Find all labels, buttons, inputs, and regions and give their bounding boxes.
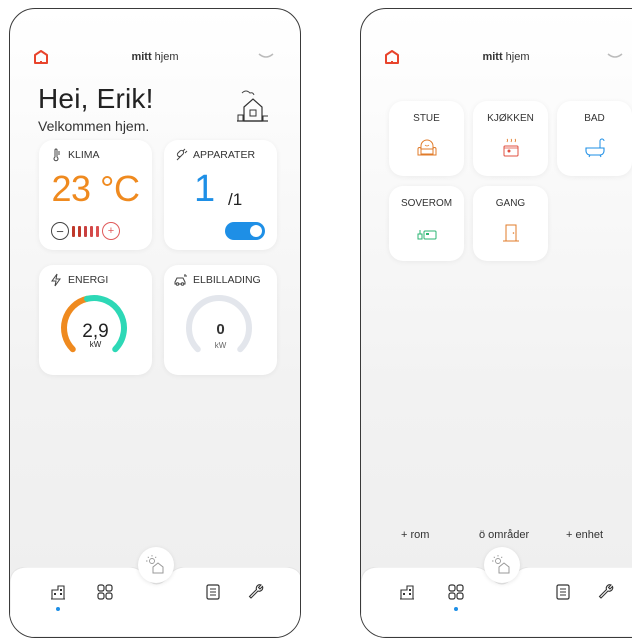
room-tile-bad[interactable]: BAD bbox=[557, 101, 632, 176]
house-icon[interactable] bbox=[232, 89, 272, 125]
appliances-label: APPARATER bbox=[193, 149, 256, 161]
brand-title: mitt hjem bbox=[361, 51, 632, 63]
building-icon[interactable] bbox=[398, 583, 416, 601]
brand-bold: mitt bbox=[131, 51, 152, 63]
bed-icon bbox=[417, 230, 437, 240]
brand-rest: hjem bbox=[151, 51, 179, 63]
stove-icon bbox=[503, 138, 519, 157]
temp-level-bar bbox=[90, 225, 93, 237]
welcome-text: Velkommen hjem. bbox=[38, 118, 150, 134]
areas-button[interactable]: ö områder bbox=[479, 529, 529, 541]
grid-icon[interactable] bbox=[96, 583, 114, 601]
ev-charging-title: ELBILLADING bbox=[174, 273, 261, 287]
checklist-icon[interactable] bbox=[554, 583, 572, 601]
increase-temp-button[interactable]: + bbox=[102, 222, 120, 240]
brand-title: mitt hjem bbox=[10, 51, 300, 63]
room-label: STUE bbox=[413, 113, 440, 124]
top-bar: mitt hjem bbox=[361, 47, 632, 71]
door-icon bbox=[503, 224, 519, 242]
plug-icon bbox=[176, 148, 188, 161]
ev-charging-card[interactable]: ELBILLADING 0 kW bbox=[164, 265, 277, 375]
bathtub-icon bbox=[585, 138, 605, 158]
climate-title: KLIMA bbox=[49, 148, 100, 162]
temperature-control: − + bbox=[51, 222, 120, 240]
rooms-screen: mitt hjem STUE KJØKKEN BAD SOVEROM GANG … bbox=[360, 8, 632, 638]
wrench-icon[interactable] bbox=[248, 583, 266, 601]
building-icon[interactable] bbox=[49, 583, 67, 601]
climate-label: KLIMA bbox=[68, 149, 100, 161]
chevron-down-icon[interactable] bbox=[607, 52, 623, 62]
ev-value: 0 bbox=[216, 321, 225, 338]
temp-level-bar bbox=[72, 225, 75, 237]
energy-label: ENERGI bbox=[68, 274, 109, 286]
room-label: KJØKKEN bbox=[487, 113, 534, 124]
ev-car-icon bbox=[174, 274, 187, 286]
home-screen: mitt hjem Hei, Erik! Velkommen hjem. KLI… bbox=[9, 8, 301, 638]
appliances-toggle[interactable] bbox=[225, 222, 265, 240]
toggle-knob bbox=[250, 225, 262, 237]
top-bar: mitt hjem bbox=[10, 47, 300, 71]
energy-unit: kW bbox=[89, 340, 102, 349]
chevron-down-icon[interactable] bbox=[258, 52, 274, 62]
add-unit-button[interactable]: + enhet bbox=[566, 529, 603, 541]
wrench-icon[interactable] bbox=[598, 583, 616, 601]
appliances-card[interactable]: APPARATER 1 /1 bbox=[164, 140, 277, 250]
room-tile-kjokken[interactable]: KJØKKEN bbox=[473, 101, 548, 176]
active-indicator bbox=[454, 607, 458, 611]
greeting: Hei, Erik! bbox=[38, 83, 154, 114]
checklist-icon[interactable] bbox=[204, 583, 222, 601]
home-sun-button[interactable] bbox=[138, 547, 174, 583]
room-tile-stue[interactable]: STUE bbox=[389, 101, 464, 176]
room-label: BAD bbox=[584, 113, 605, 124]
temp-level-bar bbox=[78, 225, 81, 237]
energy-title: ENERGI bbox=[49, 273, 108, 287]
armchair-icon bbox=[417, 139, 437, 156]
room-label: SOVEROM bbox=[400, 198, 453, 209]
appliances-on-count: 1 bbox=[194, 168, 216, 210]
room-label: GANG bbox=[495, 198, 526, 209]
temp-level-bar bbox=[96, 225, 99, 237]
appliances-title: APPARATER bbox=[174, 148, 255, 162]
climate-card[interactable]: KLIMA 23 °C − + bbox=[39, 140, 152, 250]
add-room-button[interactable]: + rom bbox=[401, 529, 429, 541]
home-sun-icon bbox=[492, 555, 510, 574]
home-sun-button[interactable] bbox=[484, 547, 520, 583]
room-tile-soverom[interactable]: SOVEROM bbox=[389, 186, 464, 261]
appliances-total: /1 bbox=[228, 190, 243, 209]
energy-card[interactable]: ENERGI 2,9 kW bbox=[39, 265, 152, 375]
home-sun-icon bbox=[146, 555, 164, 574]
brand-bold: mitt bbox=[482, 51, 503, 63]
active-indicator bbox=[56, 607, 60, 611]
temperature-value: 23 °C bbox=[51, 168, 140, 209]
room-tile-gang[interactable]: GANG bbox=[473, 186, 548, 261]
brand-rest: hjem bbox=[502, 51, 530, 63]
temp-level-bar bbox=[84, 225, 87, 237]
ev-charging-label: ELBILLADING bbox=[193, 274, 261, 286]
decrease-temp-button[interactable]: − bbox=[51, 222, 69, 240]
ev-unit: kW bbox=[214, 341, 227, 350]
thermometer-icon bbox=[53, 148, 60, 162]
lightning-icon bbox=[51, 273, 61, 287]
grid-icon[interactable] bbox=[447, 583, 465, 601]
